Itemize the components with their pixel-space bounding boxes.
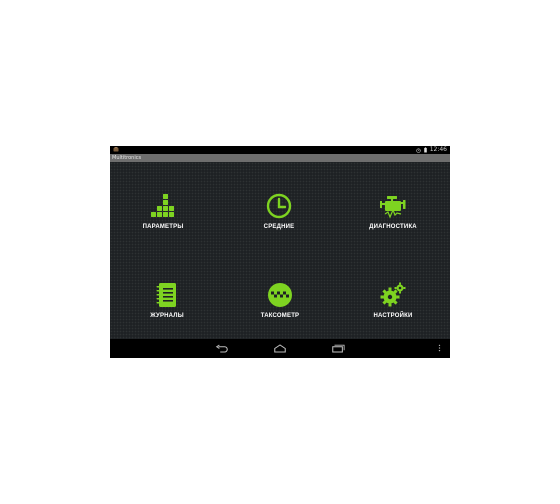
engine-icon	[380, 196, 406, 219]
main-menu: ПАРАМЕТРЫ СРЕДНИЕ ДИАГНОСТИКА ЖУРНАЛЫ ТА…	[110, 162, 450, 339]
home-icon	[274, 343, 286, 353]
app-title: Multitronics	[112, 155, 142, 161]
tile-label: ЖУРНАЛЫ	[150, 313, 184, 319]
tile-label: ДИАГНОСТИКА	[369, 224, 417, 230]
overflow-menu-button[interactable]	[434, 342, 444, 354]
notebook-icon	[156, 283, 176, 307]
tile-label: ТАКСОМЕТР	[260, 313, 300, 319]
back-icon	[215, 344, 228, 353]
back-button[interactable]	[214, 342, 230, 354]
tile-settings[interactable]: НАСТРОЙКИ	[343, 281, 443, 319]
alarm-icon	[416, 148, 421, 153]
status-time: 12:46	[429, 146, 447, 153]
status-bar: 12:46	[110, 146, 450, 154]
tile-diagnostics[interactable]: ДИАГНОСТИКА	[343, 192, 443, 230]
bars-icon	[151, 194, 174, 217]
app-title-bar: Multitronics	[110, 154, 450, 162]
tile-averages[interactable]: СРЕДНИЕ	[229, 192, 329, 230]
taxi-icon	[268, 283, 292, 307]
recent-apps-icon	[332, 344, 345, 353]
tile-taximeter[interactable]: ТАКСОМЕТР	[230, 281, 330, 319]
tile-parameters[interactable]: ПАРАМЕТРЫ	[113, 192, 213, 230]
tile-label: ПАРАМЕТРЫ	[142, 224, 184, 230]
overflow-menu-icon	[438, 344, 440, 352]
tile-logs[interactable]: ЖУРНАЛЫ	[117, 281, 217, 319]
tile-label: НАСТРОЙКИ	[373, 313, 413, 319]
home-button[interactable]	[272, 342, 288, 354]
battery-icon	[423, 147, 427, 153]
clock-icon	[266, 193, 292, 219]
tablet-screen: 12:46 Multitronics ПАРАМЕТРЫ СРЕДНИЕ ДИА…	[110, 146, 450, 358]
tile-label: СРЕДНИЕ	[263, 224, 295, 230]
recent-apps-button[interactable]	[330, 342, 346, 354]
app-notification-icon	[113, 147, 119, 152]
gears-icon	[380, 282, 406, 307]
navigation-bar	[110, 339, 450, 358]
